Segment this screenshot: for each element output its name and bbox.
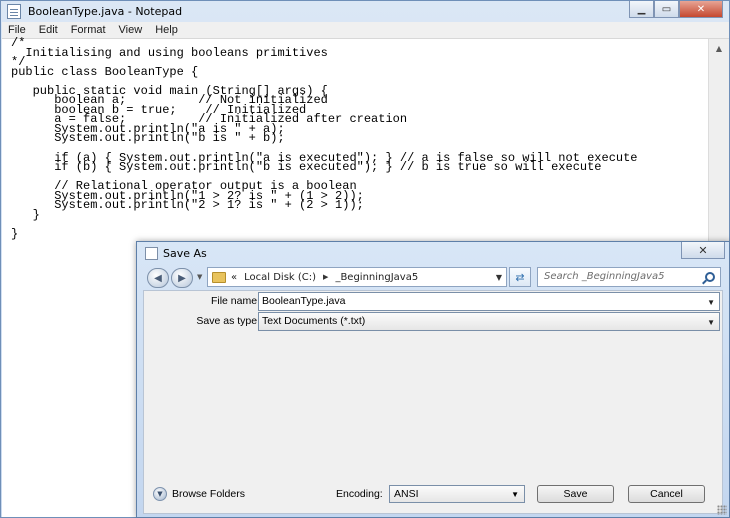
save-type-select[interactable]: Text Documents (*.txt) ▼ (258, 312, 720, 331)
browse-folders-label[interactable]: Browse Folders (172, 488, 245, 500)
menu-view[interactable]: View (119, 24, 143, 36)
save-type-value[interactable]: Text Documents (*.txt) (262, 315, 365, 327)
dialog-icon (145, 247, 158, 260)
refresh-icon[interactable]: ⇄ (509, 267, 531, 287)
dialog-title: Save As (163, 247, 207, 260)
breadcrumb-separator-icon[interactable]: ▶ (323, 273, 328, 281)
folder-icon (212, 271, 226, 283)
encoding-dropdown-icon[interactable]: ▼ (511, 490, 519, 499)
caption-buttons: ▁ ▭ ✕ (629, 1, 723, 19)
save-as-dialog: Save As ✕ ◀ ▶ ▼ « Local Disk (C:) ▶ _Beg… (136, 241, 730, 518)
search-input[interactable] (544, 271, 694, 282)
file-name-field[interactable]: BooleanType.java ▼ (258, 292, 720, 311)
forward-arrow-icon[interactable]: ▶ (171, 268, 193, 288)
scroll-up-icon[interactable]: ▲ (711, 40, 727, 56)
address-dropdown-icon[interactable]: ▼ (496, 273, 502, 282)
recent-pages-dropdown-icon[interactable]: ▼ (197, 273, 202, 281)
close-icon[interactable]: ✕ (679, 1, 723, 18)
dialog-titlebar[interactable]: Save As ✕ (137, 242, 729, 264)
breadcrumb-beginningjava5[interactable]: _BeginningJava5 (335, 272, 418, 283)
encoding-select[interactable]: ANSI ▼ (389, 485, 525, 503)
notepad-app-icon (7, 4, 21, 19)
encoding-value[interactable]: ANSI (394, 488, 419, 500)
notepad-title: BooleanType.java - Notepad (28, 5, 183, 18)
cancel-button[interactable]: Cancel (628, 485, 705, 503)
dialog-body: File name: BooleanType.java ▼ Save as ty… (143, 290, 723, 514)
resize-grip[interactable] (717, 505, 727, 515)
menu-file[interactable]: File (8, 24, 26, 36)
menu-help[interactable]: Help (155, 24, 178, 36)
encoding-label: Encoding: (336, 488, 383, 500)
browse-folders-toggle[interactable]: ▼ Browse Folders (153, 487, 245, 501)
breadcrumb-overflow[interactable]: « (231, 272, 237, 283)
minimize-icon[interactable]: ▁ (629, 1, 654, 18)
chevron-down-icon[interactable]: ▼ (153, 487, 167, 501)
save-type-label: Save as type: (196, 315, 260, 327)
menu-format[interactable]: Format (71, 24, 106, 36)
search-icon[interactable] (705, 272, 715, 282)
file-name-value[interactable]: BooleanType.java (262, 295, 345, 307)
dialog-close-icon[interactable]: ✕ (681, 242, 725, 259)
file-name-dropdown-icon[interactable]: ▼ (707, 298, 715, 307)
maximize-icon[interactable]: ▭ (654, 1, 679, 18)
save-type-dropdown-icon[interactable]: ▼ (707, 318, 715, 327)
search-box[interactable] (537, 267, 721, 287)
breadcrumb-local-disk[interactable]: Local Disk (C:) (244, 272, 316, 283)
save-button[interactable]: Save (537, 485, 614, 503)
back-arrow-icon[interactable]: ◀ (147, 268, 169, 288)
editor-content[interactable]: /* Initialising and using booleans primi… (11, 37, 638, 240)
file-name-label: File name: (210, 295, 260, 307)
notepad-titlebar[interactable]: BooleanType.java - Notepad ▁ ▭ ✕ (1, 1, 729, 22)
menu-edit[interactable]: Edit (39, 24, 58, 36)
menu-bar: File Edit Format View Help (2, 22, 729, 39)
address-bar[interactable]: « Local Disk (C:) ▶ _BeginningJava5 ▼ (207, 267, 507, 287)
navigation-row: ◀ ▶ ▼ « Local Disk (C:) ▶ _BeginningJava… (137, 264, 729, 290)
